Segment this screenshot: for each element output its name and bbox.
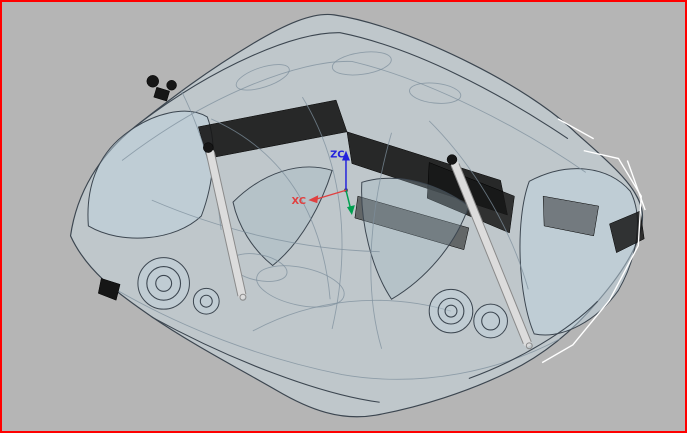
- boss-right-outer[interactable]: [429, 289, 473, 333]
- bleeder-valve-3[interactable]: [167, 80, 177, 90]
- cad-scene[interactable]: ZC XC: [2, 2, 685, 431]
- guide-pin-right-cap[interactable]: [447, 155, 457, 165]
- cad-graphics-viewport[interactable]: ZC XC: [0, 0, 687, 433]
- boss-left-outer[interactable]: [138, 258, 190, 310]
- boss-left2-outer[interactable]: [193, 288, 219, 314]
- bleeder-valves[interactable]: [147, 75, 177, 101]
- guide-pin-left-cap[interactable]: [203, 143, 213, 153]
- caliper-left-housing[interactable]: [88, 111, 213, 238]
- wcs-x-label[interactable]: XC: [291, 196, 306, 207]
- bleeder-valve-2[interactable]: [154, 87, 170, 101]
- brake-caliper-model[interactable]: [71, 14, 646, 416]
- bleeder-valve-1[interactable]: [147, 75, 159, 87]
- wcs-z-label[interactable]: ZC: [330, 150, 344, 161]
- caliper-right-housing[interactable]: [520, 169, 637, 335]
- boss-right2-outer[interactable]: [474, 304, 508, 338]
